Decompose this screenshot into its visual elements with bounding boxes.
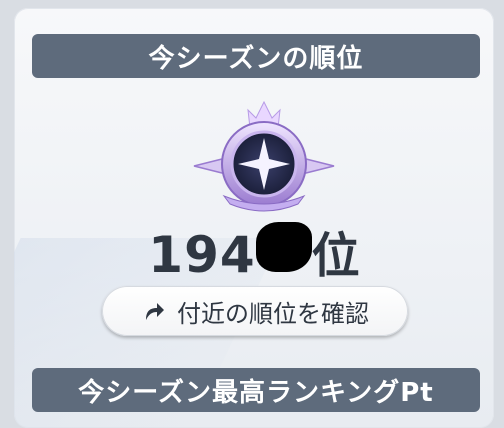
rank-suffix: 位 [311, 228, 360, 284]
rank-display: 194 位 [14, 216, 494, 286]
redacted-digits [255, 222, 312, 272]
season-rank-panel: 今シーズンの順位 194 位 付近の順位を確認 今シーズン最高ランキングPt [14, 8, 494, 428]
view-nearby-rank-button[interactable]: 付近の順位を確認 [102, 286, 408, 336]
season-best-header: 今シーズン最高ランキングPt [32, 368, 480, 412]
view-nearby-rank-label: 付近の順位を確認 [177, 299, 369, 328]
rank-number: 194 [148, 226, 256, 284]
season-rank-header: 今シーズンの順位 [32, 34, 480, 78]
arrow-turn-icon [146, 303, 164, 320]
star-emblem-icon [193, 100, 335, 212]
